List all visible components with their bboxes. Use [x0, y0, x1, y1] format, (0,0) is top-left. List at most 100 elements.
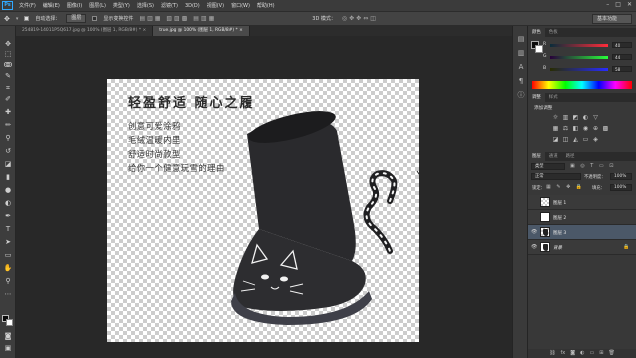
menu-filter[interactable]: 滤镜(T): [161, 2, 178, 9]
new-group-icon[interactable]: ▭: [590, 349, 595, 358]
menu-file[interactable]: 文件(F): [19, 2, 36, 9]
tab-paths[interactable]: 路径: [562, 152, 579, 161]
brush-tool-icon[interactable]: ✏: [3, 121, 13, 130]
r-value[interactable]: 40: [612, 42, 632, 48]
exposure-adjust-icon[interactable]: ◐: [582, 114, 589, 121]
new-adjustment-icon[interactable]: ◐: [580, 349, 584, 358]
photo-filter-icon[interactable]: ◉: [582, 125, 589, 132]
layer-row[interactable]: 👁 背景 🔒: [528, 240, 636, 255]
color-lookup-icon[interactable]: ▩: [602, 125, 609, 132]
g-slider[interactable]: [550, 56, 608, 59]
color-balance-icon[interactable]: ⚖: [562, 125, 569, 132]
layer-row-selected[interactable]: 👁 图层 3: [528, 225, 636, 240]
new-layer-icon[interactable]: ⊞: [599, 349, 603, 358]
delete-layer-icon[interactable]: 🗑: [608, 349, 614, 358]
levels-adjust-icon[interactable]: ▥: [562, 114, 569, 121]
move-tool-icon[interactable]: ✥: [4, 15, 10, 23]
tab-channels[interactable]: 通道: [545, 152, 562, 161]
visibility-toggle-icon[interactable]: [531, 199, 537, 205]
eyedropper-tool-icon[interactable]: ✐: [3, 95, 13, 104]
tab-document-1[interactable]: 254819-14011P5Q617.jpg @ 100% (图层 1, RGB…: [16, 26, 154, 36]
selective-color-icon[interactable]: ◈: [592, 136, 599, 143]
history-panel-icon[interactable]: ▤: [517, 36, 525, 43]
properties-panel-icon[interactable]: ▥: [517, 50, 525, 57]
close-button[interactable]: ✕: [627, 1, 632, 8]
auto-select-checkbox[interactable]: [24, 16, 30, 21]
maximize-button[interactable]: □: [615, 1, 621, 8]
character-panel-icon[interactable]: A: [517, 64, 525, 71]
quick-select-tool-icon[interactable]: ✎: [3, 72, 13, 81]
layer-style-icon[interactable]: fx: [561, 349, 566, 358]
visibility-toggle-icon[interactable]: 👁: [531, 244, 537, 250]
threshold-adjust-icon[interactable]: ◭: [572, 136, 579, 143]
clone-stamp-icon[interactable]: ⚲: [3, 134, 13, 143]
healing-brush-icon[interactable]: ✚: [3, 108, 13, 117]
layer-name[interactable]: 图层 2: [553, 215, 566, 221]
lock-icons[interactable]: ▦ ✎ ✥ 🔒: [546, 184, 584, 190]
type-tool-icon[interactable]: T: [3, 225, 13, 234]
gradient-map-icon[interactable]: ▭: [582, 136, 589, 143]
quick-mask-icon[interactable]: ◙: [3, 332, 13, 341]
layer-filter-icons[interactable]: ▣ ◎ T ▭ ⊡: [570, 163, 615, 169]
fill-field[interactable]: 100%: [610, 184, 632, 191]
layer-row[interactable]: 图层 1: [528, 195, 636, 210]
hand-tool-icon[interactable]: ✋: [3, 264, 13, 273]
background-color-swatch[interactable]: [6, 319, 13, 326]
invert-adjust-icon[interactable]: ◪: [552, 136, 559, 143]
b-slider[interactable]: [550, 68, 608, 71]
canvas-area[interactable]: 轻盈舒适 随心之履 创意可爱涂鸦 毛绒温暖内里 舒适时尚款型 给你一个健意玩雪的…: [16, 36, 512, 358]
color-bg-swatch[interactable]: [535, 45, 543, 53]
eraser-tool-icon[interactable]: ◪: [3, 160, 13, 169]
layer-name[interactable]: 图层 1: [553, 200, 566, 206]
show-transform-checkbox[interactable]: [92, 16, 98, 21]
screen-mode-icon[interactable]: ▣: [3, 344, 13, 353]
g-value[interactable]: 44: [612, 54, 632, 60]
tool-preset-arrow-icon[interactable]: ▾: [16, 16, 19, 22]
layer-row[interactable]: 图层 2: [528, 210, 636, 225]
menu-help[interactable]: 帮助(H): [257, 2, 275, 9]
zoom-tool-icon[interactable]: ⚲: [3, 277, 13, 286]
minimize-button[interactable]: –: [606, 1, 609, 8]
paragraph-panel-icon[interactable]: ¶: [517, 78, 525, 85]
r-slider[interactable]: [550, 44, 608, 47]
bw-adjust-icon[interactable]: ◧: [572, 125, 579, 132]
align-icons[interactable]: ▤▥▦ ▧▨▩ ▤▥▦: [139, 15, 216, 22]
curves-adjust-icon[interactable]: ◩: [572, 114, 579, 121]
tab-layers[interactable]: 图层: [528, 152, 545, 161]
visibility-toggle-icon[interactable]: [531, 214, 537, 220]
menu-3d[interactable]: 3D(D): [185, 3, 200, 9]
layer-name[interactable]: 背景: [553, 245, 562, 251]
tab-document-2[interactable]: true.jpg @ 100% (图层 1, RGB/8#) * ×: [153, 26, 250, 36]
tab-styles[interactable]: 样式: [545, 93, 562, 102]
channel-mixer-icon[interactable]: ⊕: [592, 125, 599, 132]
gradient-tool-icon[interactable]: ▮: [3, 173, 13, 182]
tab-swatches[interactable]: 色板: [545, 28, 562, 37]
document-canvas[interactable]: 轻盈舒适 随心之履 创意可爱涂鸦 毛绒温暖内里 舒适时尚款型 给你一个健意玩雪的…: [107, 79, 419, 342]
menu-window[interactable]: 窗口(W): [231, 2, 250, 9]
info-panel-icon[interactable]: ⓘ: [517, 92, 525, 99]
crop-tool-icon[interactable]: ⌗: [3, 84, 13, 93]
color-spectrum-bar[interactable]: [532, 81, 632, 89]
opacity-field[interactable]: 100%: [610, 173, 632, 180]
shape-tool-icon[interactable]: ▭: [3, 251, 13, 260]
path-select-tool-icon[interactable]: ➤: [3, 238, 13, 247]
blend-mode-dropdown[interactable]: 正常: [531, 173, 581, 180]
blur-tool-icon[interactable]: ●: [3, 186, 13, 195]
more-tools-icon[interactable]: ⋯: [3, 290, 13, 299]
b-value[interactable]: 58: [612, 66, 632, 72]
menu-type[interactable]: 类型(Y): [113, 2, 130, 9]
tab-color[interactable]: 颜色: [528, 28, 545, 37]
menu-view[interactable]: 视图(V): [207, 2, 224, 9]
workspace-dropdown[interactable]: 基本功能: [592, 14, 632, 24]
menu-layer[interactable]: 图层(L): [89, 2, 106, 9]
brightness-adjust-icon[interactable]: ☼: [552, 114, 559, 121]
dodge-tool-icon[interactable]: ◐: [3, 199, 13, 208]
menu-image[interactable]: 图像(I): [67, 2, 82, 9]
hue-adjust-icon[interactable]: ▦: [552, 125, 559, 132]
vibrance-adjust-icon[interactable]: ▽: [592, 114, 599, 121]
visibility-toggle-icon[interactable]: 👁: [531, 229, 537, 235]
marquee-tool-icon[interactable]: ⬚: [3, 50, 13, 59]
link-layers-icon[interactable]: ⛓: [549, 349, 555, 358]
posterize-adjust-icon[interactable]: ◫: [562, 136, 569, 143]
move-tool-icon[interactable]: ✥: [3, 40, 13, 49]
